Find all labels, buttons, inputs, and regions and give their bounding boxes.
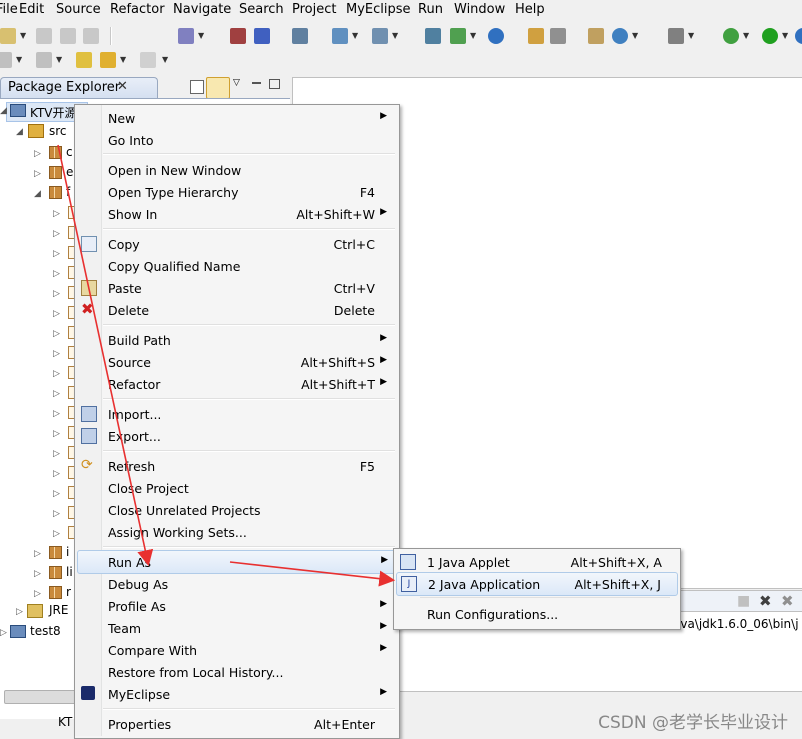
annotation-arrow bbox=[57, 144, 154, 567]
annotation-arrows bbox=[57, 144, 396, 587]
watermark: CSDN @老学长毕业设计 bbox=[598, 713, 788, 733]
annotation-arrow bbox=[229, 561, 396, 587]
